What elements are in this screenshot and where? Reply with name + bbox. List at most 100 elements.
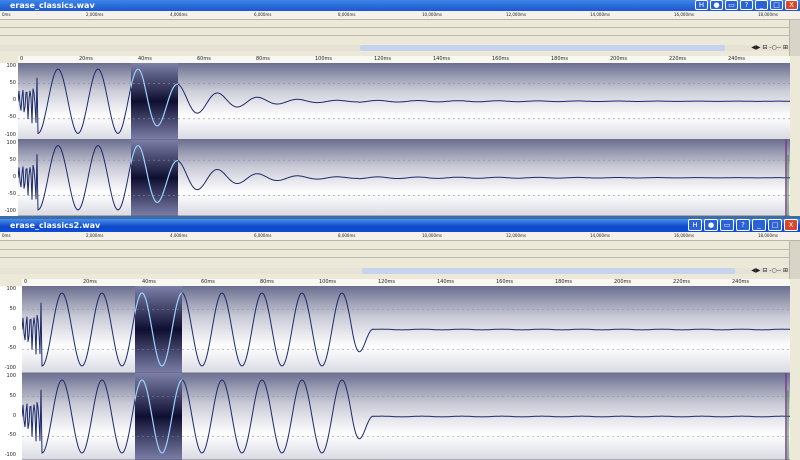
overview-tick-label: 10,000ms: [422, 12, 442, 17]
amplitude-label: 0: [12, 325, 16, 332]
time-tick-label: 20ms: [83, 279, 97, 285]
time-tick-label: 240ms: [728, 56, 746, 62]
time-tick-label: 40ms: [138, 56, 152, 62]
amplitude-scale: 100 50 0 -50 -100 100 50 0 -50 -100: [0, 286, 23, 460]
time-tick-label: 160ms: [492, 56, 510, 62]
overview-ruler[interactable]: 0ms 2,000ms 4,000ms 6,000ms 8,000ms 10,000ms 1…: [0, 11, 800, 20]
time-tick-label: 200ms: [614, 279, 632, 285]
record-button[interactable]: ●: [710, 0, 723, 10]
amplitude-label: 0: [12, 97, 16, 104]
horizontal-scrollbar[interactable]: [0, 45, 800, 51]
view-button[interactable]: ▭: [720, 219, 734, 231]
amplitude-label: -50: [7, 114, 16, 121]
amplitude-label: 100: [6, 373, 16, 379]
scroll-thumb[interactable]: [360, 45, 725, 51]
overview-tick-label: 0ms: [2, 233, 11, 238]
overview-tick-label: 0ms: [2, 12, 11, 17]
amplitude-label: 50: [9, 392, 16, 399]
overview-track: [0, 27, 800, 28]
amplitude-label: 100: [6, 286, 16, 292]
zoom-control[interactable]: ◀▶ ⊟ -○-- ⊞: [730, 45, 788, 51]
help-button[interactable]: ?: [736, 219, 750, 231]
marker-button[interactable]: H: [688, 219, 702, 231]
waveform-display[interactable]: [18, 63, 790, 216]
vertical-zoom-bar[interactable]: [789, 241, 800, 279]
time-tick-label: 60ms: [197, 56, 211, 62]
amplitude-label: -50: [7, 432, 16, 439]
overview-ruler[interactable]: 0ms 2,000ms 4,000ms 6,000ms 8,000ms 10,000ms 1…: [0, 232, 800, 241]
overview-tick-label: 4,000ms: [170, 12, 188, 17]
time-tick-label: 240ms: [732, 279, 750, 285]
window-titlebar[interactable]: erase_classics2.wav H ● ▭ ? _ □ X: [0, 219, 800, 232]
maximize-button[interactable]: □: [768, 219, 782, 231]
time-tick-label: 80ms: [256, 56, 270, 62]
selection-region[interactable]: [131, 63, 178, 140]
overview-tick-label: 12,000ms: [506, 12, 526, 17]
overview-tick-label: 18,000ms: [758, 12, 778, 17]
time-tick-label: 80ms: [260, 279, 274, 285]
scroll-thumb[interactable]: [362, 268, 735, 274]
selection-region[interactable]: [131, 139, 178, 217]
time-tick-label: 40ms: [142, 279, 156, 285]
amplitude-label: -100: [4, 131, 16, 138]
overview-tick-label: 8,000ms: [338, 12, 356, 17]
overview-track: [0, 249, 800, 250]
amplitude-scale: 100 50 0 -50 -100 100 50 0 -50 -100: [0, 63, 19, 216]
time-tick-label: 220ms: [669, 56, 687, 62]
waveform-window-1: erase_classics.wav H ● ▭ ? _ □ X 0ms 2,00…: [0, 0, 800, 216]
close-button[interactable]: X: [784, 219, 798, 231]
window-titlebar[interactable]: erase_classics.wav H ● ▭ ? _ □ X: [0, 0, 800, 11]
overview-tick-label: 10,000ms: [422, 233, 442, 238]
time-tick-label: 0: [24, 279, 28, 285]
time-tick-label: 180ms: [555, 279, 573, 285]
amplitude-label: 50: [9, 80, 16, 87]
amplitude-label: -50: [7, 190, 16, 197]
zoom-control[interactable]: ◀▶ ⊟ -○-- ⊞: [730, 268, 788, 274]
waveform-display[interactable]: [22, 286, 790, 460]
overview-tick-label: 18,000ms: [758, 233, 778, 238]
overview-tick-label: 2,000ms: [86, 233, 104, 238]
time-tick-label: 180ms: [551, 56, 569, 62]
overview-tick-label: 6,000ms: [254, 233, 272, 238]
time-tick-label: 100ms: [319, 279, 337, 285]
time-tick-label: 120ms: [378, 279, 396, 285]
amplitude-label: 0: [12, 173, 16, 180]
title-buttons: H ● ▭ ? _ □ X: [695, 0, 798, 10]
amplitude-label: -100: [4, 208, 16, 214]
view-button[interactable]: ▭: [725, 0, 738, 10]
overview-track: [0, 35, 800, 36]
close-button[interactable]: X: [785, 0, 798, 10]
waveform-window-2: erase_classics2.wav H ● ▭ ? _ □ X 0ms 2,0…: [0, 219, 800, 460]
window-title: erase_classics.wav: [10, 1, 95, 10]
amplitude-label: 50: [9, 305, 16, 312]
maximize-button[interactable]: □: [770, 0, 783, 10]
amplitude-label: -100: [4, 365, 16, 371]
time-tick-label: 140ms: [433, 56, 451, 62]
overview-track: [0, 257, 800, 258]
overview-tick-label: 14,000ms: [590, 233, 610, 238]
minimize-button[interactable]: _: [752, 219, 766, 231]
minimize-button[interactable]: _: [755, 0, 768, 10]
time-tick-label: 200ms: [610, 56, 628, 62]
overview-tick-label: 16,000ms: [674, 12, 694, 17]
time-tick-label: 0: [20, 56, 24, 62]
overview-tick-label: 12,000ms: [506, 233, 526, 238]
amplitude-label: 50: [9, 156, 16, 163]
time-tick-label: 220ms: [673, 279, 691, 285]
title-buttons: H ● ▭ ? _ □ X: [688, 219, 798, 231]
time-tick-label: 120ms: [374, 56, 392, 62]
amplitude-label: -100: [4, 452, 16, 458]
horizontal-scrollbar[interactable]: [0, 268, 800, 274]
overview-tick-label: 2,000ms: [86, 12, 104, 17]
amplitude-label: 100: [6, 139, 16, 146]
time-tick-label: 100ms: [315, 56, 333, 62]
overview-tick-label: 16,000ms: [674, 233, 694, 238]
time-tick-label: 60ms: [201, 279, 215, 285]
overview-tick-label: 6,000ms: [254, 12, 272, 17]
help-button[interactable]: ?: [740, 0, 753, 10]
marker-button[interactable]: H: [695, 0, 708, 10]
amplitude-label: -50: [7, 345, 16, 352]
time-tick-label: 160ms: [496, 279, 514, 285]
vertical-zoom-bar[interactable]: [789, 20, 800, 56]
record-button[interactable]: ●: [704, 219, 718, 231]
